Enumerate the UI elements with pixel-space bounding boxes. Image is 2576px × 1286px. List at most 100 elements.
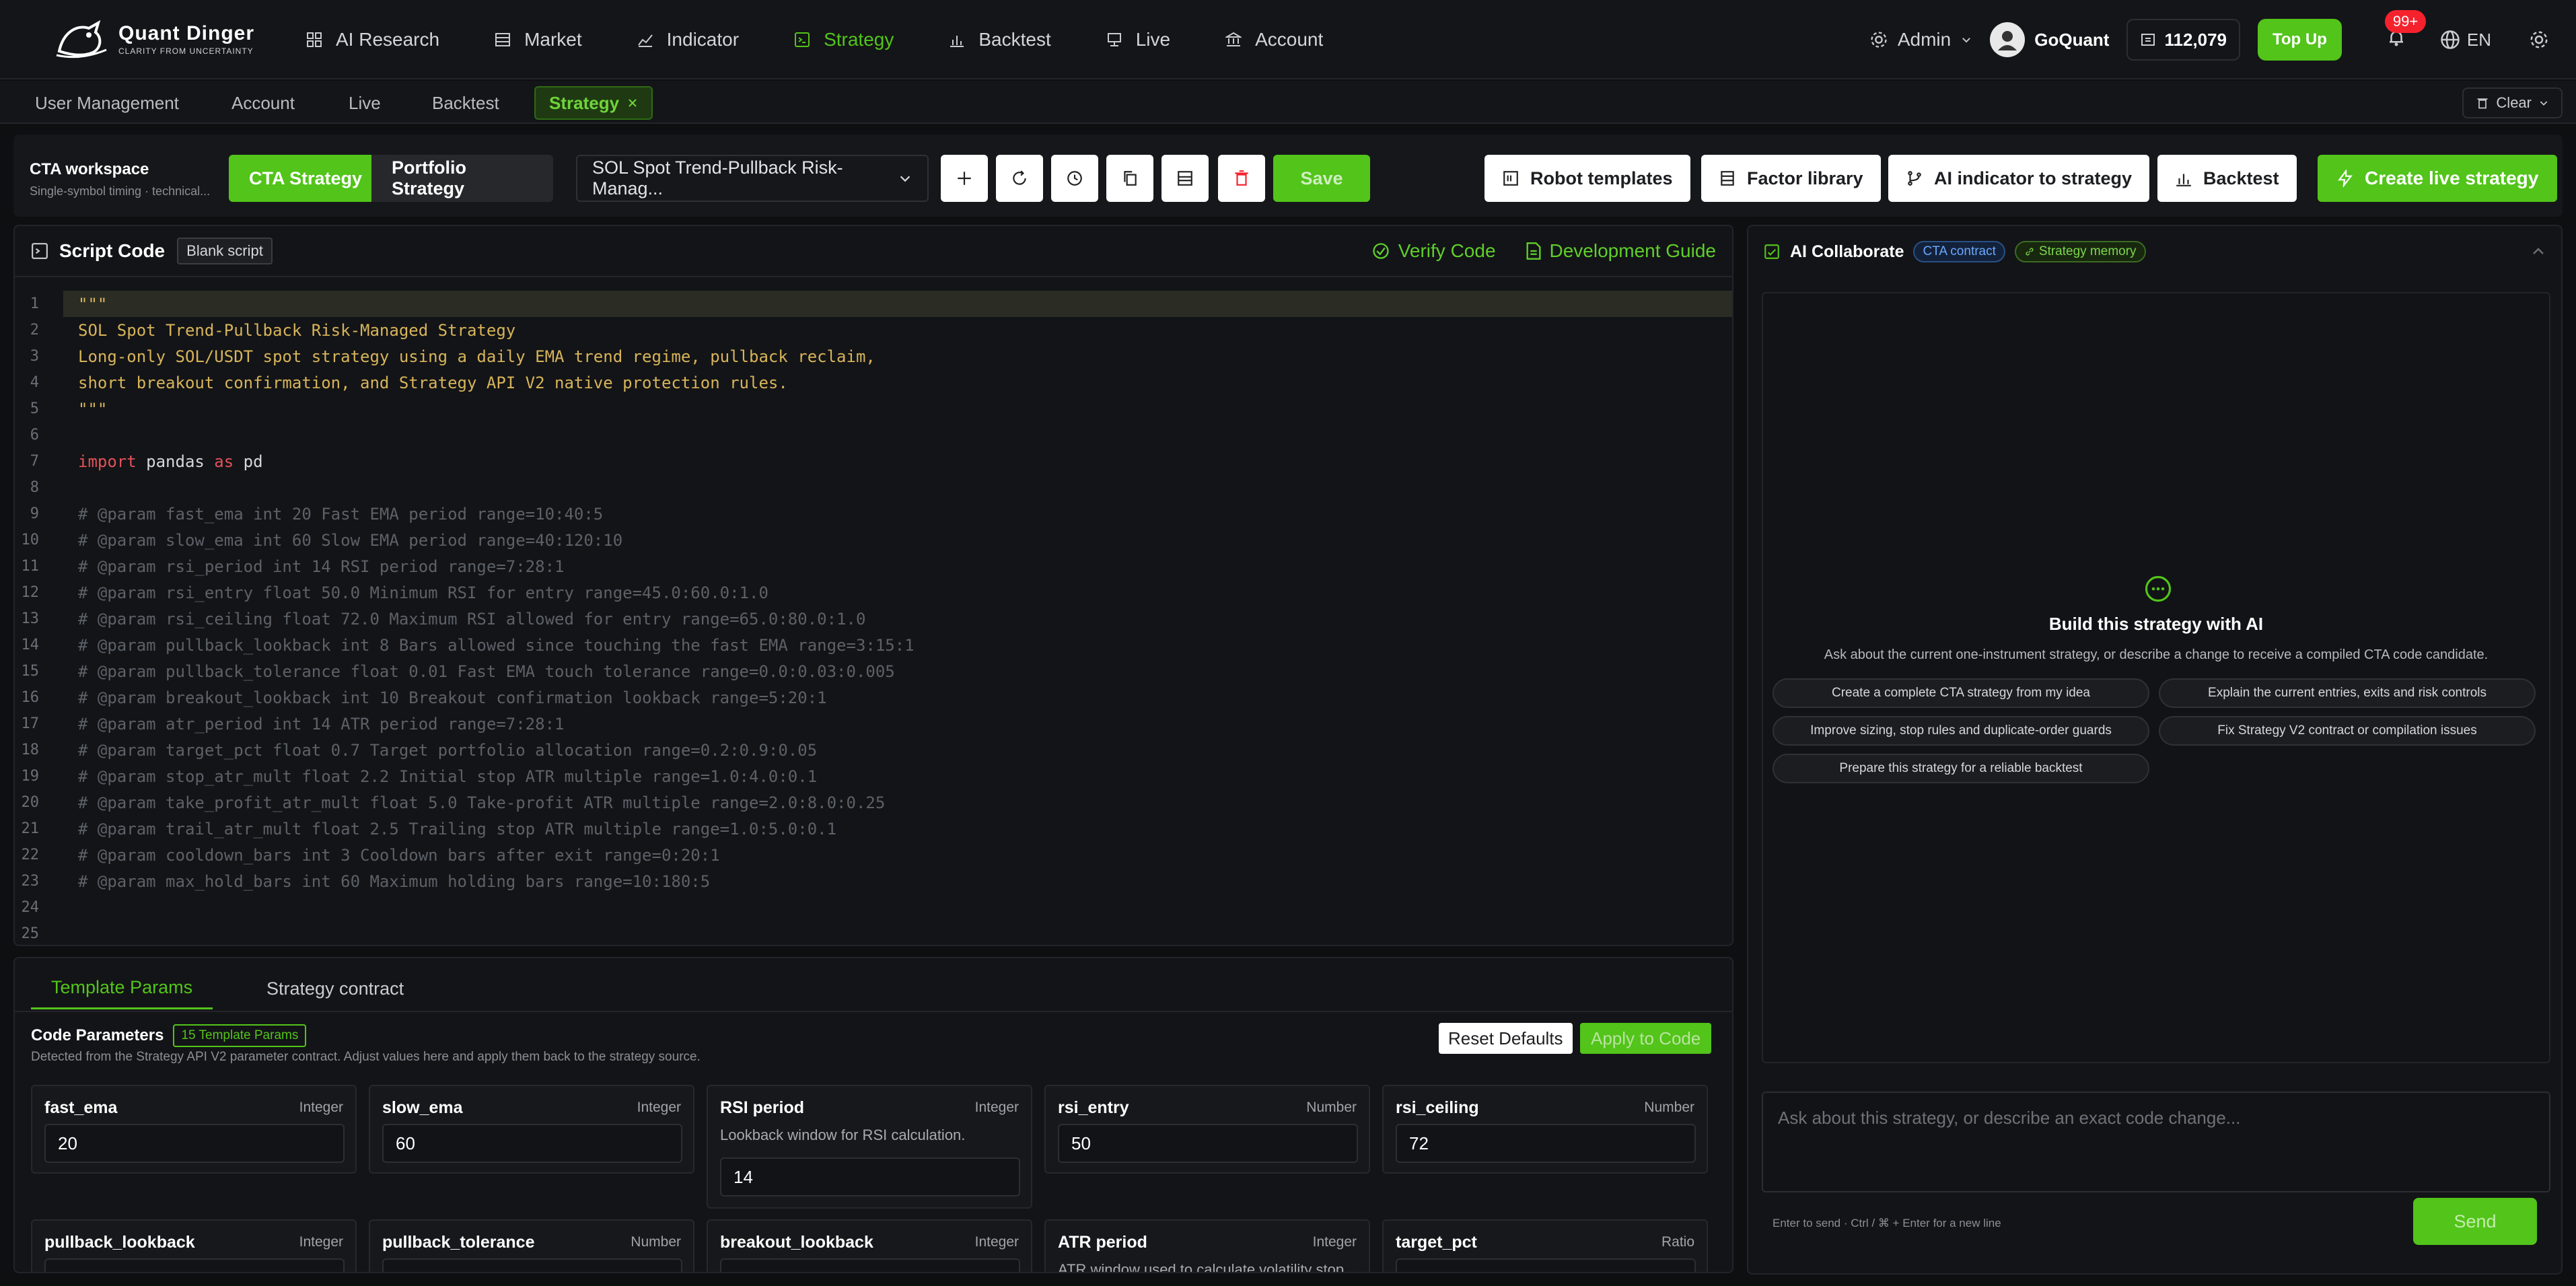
nav-account[interactable]: Account [1225,29,1323,50]
robot-templates-button[interactable]: Robot templates [1484,155,1690,202]
ai-suggestion-chip[interactable]: Explain the current entries, exits and r… [2159,678,2536,708]
gear-icon [1869,30,1888,49]
add-strategy-button[interactable] [941,155,988,202]
user-profile[interactable]: GoQuant [1990,22,2109,57]
line-number: 24 [21,899,40,916]
cta-strategy-tab[interactable]: CTA Strategy [229,155,383,202]
line-number: 10 [21,532,40,548]
copy-button[interactable] [1106,155,1153,202]
ai-suggestion-chip[interactable]: Improve sizing, stop rules and duplicate… [1773,716,2149,746]
cta-contract-tag[interactable]: CTA contract [1913,241,2005,262]
code-editor[interactable]: 1 """ 2 SOL Spot Trend-Pullback Risk-Manage… [15,291,1732,947]
chevron-up-icon[interactable] [2530,244,2546,260]
verify-code-button[interactable]: Verify Code [1371,240,1496,262]
code-text: short breakout confirmation, and Strateg… [78,373,788,392]
nav-indicator[interactable]: Indicator [637,29,739,50]
code-line: 1 """ [15,291,1732,317]
tab-backtest[interactable]: Backtest [410,86,521,120]
tab-user-management[interactable]: User Management [13,86,201,120]
portfolio-strategy-tab[interactable]: Portfolio Strategy [371,155,553,202]
refresh-button[interactable] [996,155,1043,202]
nav-market[interactable]: Market [495,29,582,50]
close-icon[interactable] [627,98,638,108]
param-value-input[interactable] [1396,1258,1696,1272]
line-number: 19 [21,768,40,785]
save-button[interactable]: Save [1273,155,1370,202]
trash-icon [2476,96,2489,110]
language-switch[interactable]: EN [2440,30,2491,50]
param-value-input[interactable]: 20 [44,1124,345,1163]
reset-defaults-button[interactable]: Reset Defaults [1439,1023,1573,1054]
tab-strategy[interactable]: Strategy [534,86,653,120]
tab-template-params[interactable]: Template Params [31,968,213,1009]
param-type: Integer [1312,1234,1357,1250]
param-card: pullback_tolerance Number [369,1219,694,1272]
clear-tabs-button[interactable]: Clear [2462,87,2563,118]
delete-strategy-button[interactable] [1218,155,1265,202]
settings-gear-icon[interactable] [2529,30,2549,50]
code-line: 13 # @param rsi_ceiling float 72.0 Maximu… [15,606,1732,632]
param-value-input[interactable] [720,1258,1020,1272]
param-value-input[interactable] [382,1258,682,1272]
param-value-input[interactable]: 50 [1058,1124,1358,1163]
nav-ai-research[interactable]: AI Research [306,29,439,50]
code-line: 23 # @param max_hold_bars int 60 Maximum … [15,868,1732,894]
code-token: pandas [136,452,215,471]
strategy-select[interactable]: SOL Spot Trend-Pullback Risk-Manag... [576,155,929,202]
line-number: 8 [30,479,39,496]
development-guide-label: Development Guide [1549,240,1716,261]
backtest-button[interactable]: Backtest [2157,155,2297,202]
bar-chart-icon [949,32,965,48]
nav-label: AI Research [336,29,440,50]
blank-script-button[interactable]: Blank script [177,238,273,264]
notifications[interactable]: 99+ [2384,9,2427,52]
factor-library-label: Factor library [1747,168,1863,188]
send-button[interactable]: Send [2413,1198,2537,1245]
nav-live[interactable]: Live [1106,29,1170,50]
ai-suggestion-chip[interactable]: Fix Strategy V2 contract or compilation … [2159,716,2536,746]
param-value-input[interactable] [44,1258,345,1272]
code-line: 7 import pandas as pd [15,448,1732,474]
brand-logo[interactable]: Quant Dinger CLARITY FROM UNCERTAINTY [54,19,254,59]
ai-suggestion-chip[interactable]: Create a complete CTA strategy from my i… [1773,678,2149,708]
create-live-strategy-button[interactable]: Create live strategy [2318,155,2558,202]
balance-display[interactable]: 112,079 [2126,19,2241,61]
tab-strategy-contract[interactable]: Strategy contract [246,968,424,1009]
branch-icon [1906,170,1923,187]
factor-library-button[interactable]: Factor library [1701,155,1881,202]
ai-prompt-input[interactable]: Ask about this strategy, or describe an … [1762,1092,2550,1192]
tab-account[interactable]: Account [210,86,316,120]
create-live-label: Create live strategy [2365,168,2539,188]
strategy-memory-tag[interactable]: Strategy memory [2014,241,2146,262]
code-text: # @param pullback_lookback int 8 Bars al… [78,635,915,655]
ai-suggestion-chip[interactable]: Prepare this strategy for a reliable bac… [1773,754,2149,783]
param-value-input[interactable]: 60 [382,1124,682,1163]
top-up-button[interactable]: Top Up [2258,19,2342,61]
line-number: 13 [21,610,40,627]
history-button[interactable] [1051,155,1098,202]
main-nav: AI Research Market Indicator Strategy Ba… [306,0,1378,79]
admin-menu[interactable]: Admin [1869,29,1972,50]
development-guide-link[interactable]: Development Guide [1526,240,1716,262]
strategy-toolbar: CTA workspace Single-symbol timing · tec… [13,135,2563,217]
refresh-icon [1011,170,1028,187]
script-panel-header: Script Code Blank script Verify Code Dev… [15,226,1732,277]
code-parameters-title: Code Parameters 15 Template Params [31,1024,307,1047]
tab-live[interactable]: Live [327,86,402,120]
param-type: Integer [974,1100,1019,1115]
workspace-subtitle: Single-symbol timing · technical... [30,184,211,198]
top-bar: Quant Dinger CLARITY FROM UNCERTAINTY AI… [0,0,2576,79]
param-value-input[interactable]: 14 [720,1157,1020,1196]
nav-backtest[interactable]: Backtest [949,29,1051,50]
param-card: ATR period Integer ATR window used to calc… [1044,1219,1370,1272]
code-text: Long-only SOL/USDT spot strategy using a… [78,347,875,366]
line-number: 18 [21,742,40,758]
param-name: slow_ema [382,1098,463,1117]
param-value-input[interactable]: 72 [1396,1124,1696,1163]
template-button[interactable] [1161,155,1209,202]
ai-indicator-to-strategy-button[interactable]: AI indicator to strategy [1888,155,2150,202]
nav-strategy[interactable]: Strategy [794,29,894,50]
apply-to-code-button[interactable]: Apply to Code [1580,1023,1712,1054]
link-icon [2024,246,2035,257]
code-text: # @param fast_ema int 20 Fast EMA period… [78,504,604,524]
